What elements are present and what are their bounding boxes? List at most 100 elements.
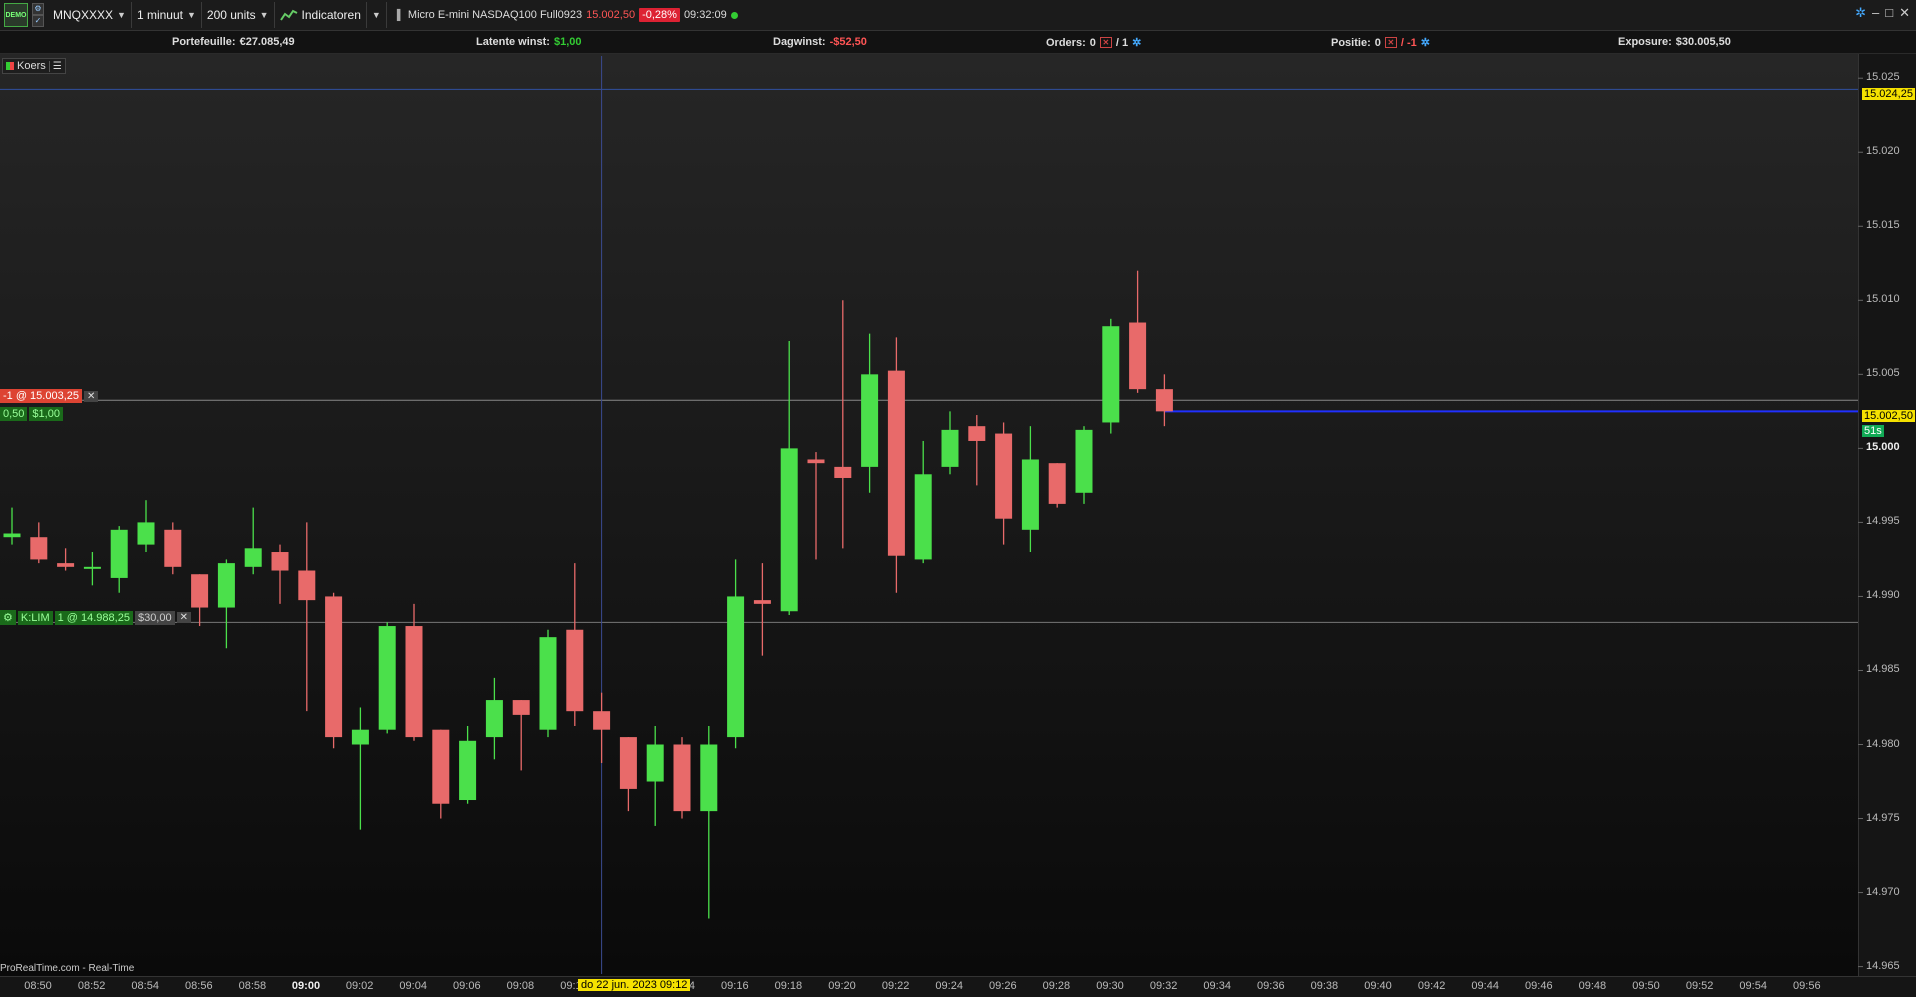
time-tick-label: 09:00	[291, 980, 321, 992]
pl-points: 0,50	[0, 407, 28, 421]
time-tick-label: 09:36	[1257, 980, 1285, 992]
crosshair-date-tag: do 22 jun. 2023 09:12	[578, 979, 691, 991]
time-tick-label: 09:06	[453, 980, 481, 992]
time-tick-label: 09:24	[935, 980, 963, 992]
candle-body	[914, 474, 932, 560]
candle-body	[137, 522, 155, 545]
position-tag[interactable]: -1 @ 15.003,25 ✕	[0, 389, 99, 403]
time-tick-label: 09:26	[989, 980, 1017, 992]
time-tick-label: 09:34	[1203, 980, 1231, 992]
candle-body	[432, 729, 450, 804]
time-tick-label: 09:08	[506, 980, 535, 992]
candle-body	[325, 596, 343, 738]
candle-body	[968, 426, 986, 441]
limit-order-tag[interactable]: ⚙ K:LIM 1 @ 14.988,25 $30,00 ✕	[0, 610, 191, 625]
time-tick-label: 09:50	[1632, 980, 1660, 992]
candle-body	[700, 744, 718, 812]
time-tick-label: 08:54	[131, 980, 159, 992]
candle-body	[1129, 322, 1147, 390]
candle-body	[1102, 326, 1120, 423]
position-pl-tag: 0,50 $1,00	[0, 407, 63, 421]
price-tick-label: 15.005	[1866, 367, 1900, 380]
price-legend[interactable]: Koers ☰	[2, 58, 66, 74]
candle-body	[780, 448, 798, 612]
time-tick-label: 08:52	[77, 980, 106, 992]
candle-body	[539, 637, 557, 730]
time-tick-label: 09:22	[881, 980, 910, 992]
candlestick-chart	[0, 56, 1863, 974]
time-tick-label: 09:28	[1042, 980, 1071, 992]
time-tick-label: 09:02	[345, 980, 374, 992]
time-tick-label: 09:16	[721, 980, 749, 992]
alert-price-tag: 15.024,25	[1862, 88, 1915, 100]
position-tag-label: -1 @ 15.003,25	[0, 389, 82, 403]
order-settings-icon[interactable]: ⚙	[0, 610, 16, 625]
price-tick-label: 15.015	[1866, 219, 1900, 232]
candle-body	[1048, 463, 1066, 504]
candle-body	[727, 596, 745, 738]
time-tick-label: 09:38	[1310, 980, 1339, 992]
time-tick-label: 09:32	[1149, 980, 1178, 992]
candle-body	[83, 566, 101, 569]
candle-body	[593, 711, 611, 730]
time-tick-label: 09:42	[1417, 980, 1446, 992]
candle-body	[405, 626, 423, 738]
price-tick-label: 14.980	[1866, 737, 1900, 750]
last-price-tag: 15.002,50	[1862, 410, 1915, 422]
price-tick-label: 14.965	[1866, 959, 1900, 972]
cancel-order-icon[interactable]: ✕	[176, 612, 191, 623]
candle-body	[244, 548, 262, 567]
time-tick-label: 09:30	[1096, 980, 1124, 992]
candle-body	[485, 700, 503, 738]
candle-body	[298, 570, 316, 601]
time-tick-label: 09:52	[1685, 980, 1714, 992]
time-tick-label: 08:56	[185, 980, 213, 992]
time-tick-label: 09:44	[1471, 980, 1499, 992]
price-tick-label: 15.025	[1866, 71, 1900, 84]
candle-body	[164, 529, 182, 567]
order-detail: 1 @ 14.988,25	[54, 610, 133, 625]
time-tick-label: 09:56	[1793, 980, 1821, 992]
candle-body	[3, 533, 21, 538]
time-tick-label: 09:40	[1364, 980, 1392, 992]
candle-body	[512, 700, 530, 715]
candle-body	[30, 537, 48, 560]
candle-body	[57, 563, 75, 567]
price-tick-label: 15.020	[1866, 145, 1900, 158]
candle-body	[191, 574, 209, 608]
candle-body	[378, 626, 396, 730]
close-position-tag-icon[interactable]: ✕	[84, 390, 99, 402]
time-tick-label: 09:20	[828, 980, 856, 992]
candle-body	[217, 563, 235, 608]
time-tick-label: 08:58	[238, 980, 267, 992]
candle-body	[646, 744, 664, 782]
order-type: K:LIM	[17, 610, 53, 625]
legend-swatch	[6, 62, 14, 70]
candle-body	[1155, 389, 1173, 412]
candle-body	[995, 433, 1013, 519]
time-tick-label: 09:46	[1525, 980, 1553, 992]
time-tick-label: 09:18	[774, 980, 803, 992]
candle-body	[459, 740, 477, 801]
candle-body	[566, 629, 584, 712]
candle-body	[673, 744, 691, 812]
legend-label: Koers	[17, 60, 46, 72]
countdown-tag: 51s	[1862, 425, 1884, 437]
source-label: ProRealTime.com - Real-Time	[0, 963, 135, 974]
list-icon[interactable]: ☰	[48, 60, 62, 72]
pl-amount: $1,00	[29, 407, 63, 421]
candle-body	[753, 600, 771, 604]
price-tick-label: 14.990	[1866, 589, 1900, 602]
price-tick-label: 14.975	[1866, 811, 1900, 824]
candle-body	[619, 737, 637, 789]
time-tick-label: 09:54	[1739, 980, 1767, 992]
candle-body	[1075, 429, 1093, 493]
candle-body	[941, 429, 959, 467]
candle-body	[807, 459, 825, 464]
candle-body	[110, 529, 128, 578]
order-value: $30,00	[134, 610, 175, 625]
time-tick-label: 09:48	[1578, 980, 1607, 992]
price-tick-label: 14.985	[1866, 663, 1900, 676]
price-tick-label: 15.010	[1866, 293, 1900, 306]
candle-body	[271, 552, 289, 571]
